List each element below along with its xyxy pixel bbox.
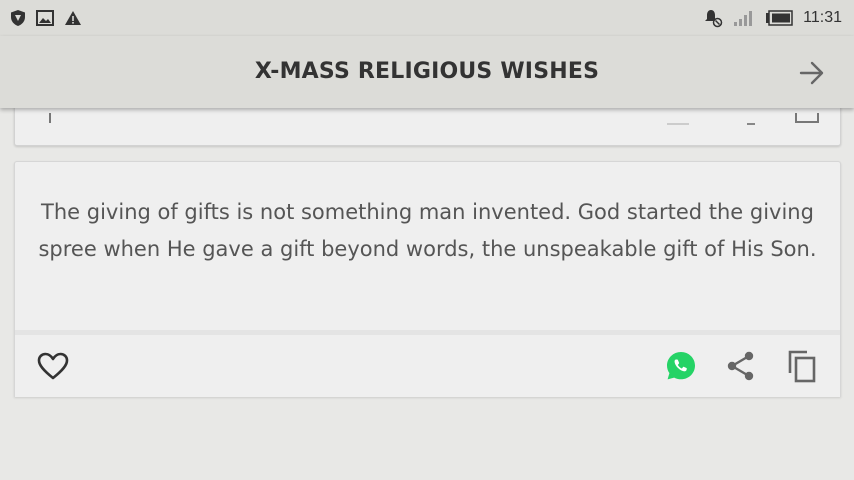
battery-icon — [766, 10, 793, 26]
share-button[interactable] — [723, 348, 759, 384]
app-bar: X-MASS RELIGIOUS WISHES — [0, 36, 854, 108]
warning-icon — [65, 11, 81, 25]
favorite-button[interactable] — [35, 348, 71, 384]
whatsapp-button[interactable] — [663, 348, 699, 384]
status-left-icons — [10, 9, 82, 27]
card-divider — [15, 330, 840, 335]
status-right-icons: 11:31 — [703, 8, 842, 28]
copy-button[interactable] — [784, 348, 820, 384]
whatsapp-icon — [667, 352, 695, 380]
page-title: X-MASS RELIGIOUS WISHES — [254, 59, 600, 84]
image-icon — [36, 10, 54, 26]
status-time: 11:31 — [803, 9, 842, 26]
shield-icon — [11, 10, 25, 26]
quote-card: The giving of gifts is not something man… — [14, 161, 841, 397]
signal-icon — [734, 11, 753, 26]
copy-icon — [788, 350, 816, 383]
status-bar: 11:31 — [0, 0, 854, 36]
heart-icon — [37, 352, 69, 380]
share-icon — [727, 351, 754, 381]
quote-text[interactable]: The giving of gifts is not something man… — [35, 194, 820, 268]
arrow-forward-icon[interactable] — [798, 59, 826, 87]
notification-muted-icon — [705, 10, 723, 28]
